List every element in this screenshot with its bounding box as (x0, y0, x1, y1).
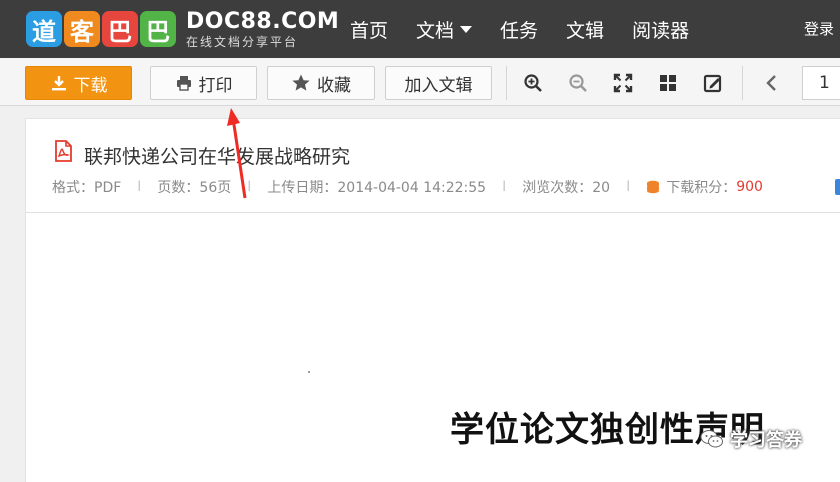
page-speck (308, 371, 310, 373)
toolbar-divider (506, 66, 507, 100)
page: 道 客 巴 巴 DOC88.COM 在线文档分享平台 首页 文档 任务 文辑 阅… (0, 0, 840, 482)
site-logo[interactable]: 道 客 巴 巴 DOC88.COM 在线文档分享平台 (26, 8, 339, 50)
edit-note-icon[interactable] (703, 73, 723, 93)
nav-tasks[interactable]: 任务 (500, 16, 538, 43)
wechat-icon (700, 430, 723, 448)
print-button[interactable]: 打印 (150, 66, 257, 100)
add-to-collection-label: 加入文辑 (404, 75, 473, 96)
document-meta: 格式：PDF I 页数：56页 I 上传日期：2014-04-04 14:22:… (52, 178, 763, 196)
meta-upload-date: 上传日期：2014-04-04 14:22:55 (267, 180, 487, 196)
meta-pages: 页数：56页 (157, 180, 232, 196)
logo-domain: DOC88.COM (186, 8, 340, 34)
document-toolbar: 下载 打印 收藏 加入文辑 (0, 58, 840, 106)
download-button[interactable]: 下载 (25, 66, 132, 100)
zoom-in-icon[interactable] (523, 73, 543, 93)
page-number-input[interactable] (802, 66, 840, 100)
nav-home[interactable]: 首页 (350, 16, 388, 43)
watermark: 学习答券 (700, 426, 802, 452)
meta-views: 浏览次数：20 (522, 180, 611, 196)
logo-tile: 巴 (102, 11, 138, 47)
add-to-collection-button[interactable]: 加入文辑 (385, 66, 492, 100)
logo-tile: 道 (26, 11, 62, 47)
chevron-left-icon[interactable] (762, 73, 782, 93)
nav-collections[interactable]: 文辑 (566, 16, 604, 43)
favorite-label: 收藏 (317, 75, 351, 96)
star-icon (292, 74, 310, 91)
main-nav: 首页 文档 任务 文辑 阅读器 (350, 0, 689, 58)
logo-slogan: 在线文档分享平台 (186, 34, 299, 49)
meta-separator: I (137, 179, 142, 195)
login-link[interactable]: 登录 (804, 18, 834, 39)
favorite-button[interactable]: 收藏 (267, 66, 375, 100)
logo-tile: 客 (64, 11, 100, 47)
pdf-icon (55, 140, 72, 162)
coin-stack-icon (647, 180, 660, 194)
nav-documents-label: 文档 (416, 19, 455, 42)
download-icon (51, 76, 66, 91)
nav-reader[interactable]: 阅读器 (632, 16, 689, 43)
print-label: 打印 (198, 75, 233, 96)
meta-points-value: 900 (736, 179, 763, 195)
grid-view-icon[interactable] (658, 73, 678, 93)
download-label: 下载 (73, 75, 108, 96)
meta-format: 格式：PDF (52, 180, 122, 196)
meta-separator: I (247, 179, 252, 195)
top-navigation-bar: 道 客 巴 巴 DOC88.COM 在线文档分享平台 首页 文档 任务 文辑 阅… (0, 0, 840, 58)
logo-text: DOC88.COM 在线文档分享平台 (186, 8, 340, 49)
chevron-down-icon (460, 25, 473, 33)
meta-points-label: 下载积分： (666, 180, 737, 196)
zoom-out-icon[interactable] (568, 73, 588, 93)
toolbar-divider (742, 66, 743, 100)
nav-documents[interactable]: 文档 (416, 16, 473, 43)
logo-tiles: 道 客 巴 巴 (26, 11, 176, 47)
meta-separator: I (626, 179, 631, 195)
info-badge-icon[interactable] (835, 179, 840, 195)
document-title: 联邦快递公司在华发展战略研究 (84, 146, 351, 168)
watermark-text: 学习答券 (730, 430, 802, 451)
logo-tile: 巴 (140, 11, 176, 47)
fullscreen-icon[interactable] (613, 73, 633, 93)
meta-separator: I (502, 179, 507, 195)
printer-icon (176, 76, 191, 91)
